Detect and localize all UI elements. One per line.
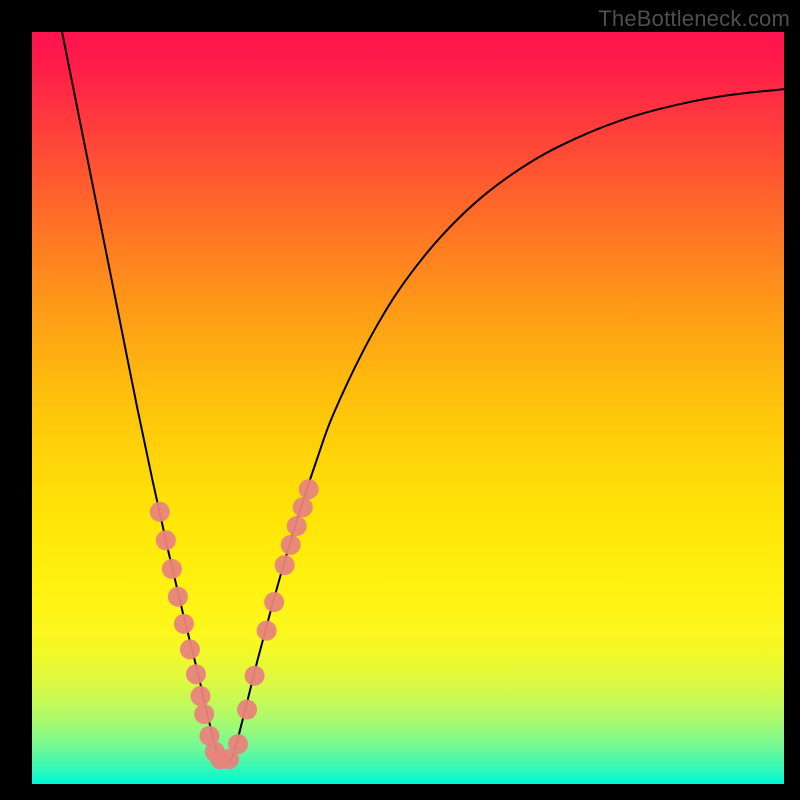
highlight-dot xyxy=(174,614,194,634)
highlight-dot xyxy=(186,664,206,684)
highlight-dot xyxy=(275,555,295,575)
highlight-dot xyxy=(281,535,301,555)
highlight-dot xyxy=(150,502,170,522)
highlight-dot xyxy=(245,666,265,686)
highlight-dot xyxy=(194,704,214,724)
bottleneck-curve xyxy=(62,32,784,764)
highlight-dot xyxy=(180,639,200,659)
highlight-dot xyxy=(293,497,313,517)
highlight-dot xyxy=(287,516,307,536)
chart-frame: TheBottleneck.com xyxy=(0,0,800,800)
highlight-dots-group xyxy=(150,479,319,769)
highlight-dot xyxy=(156,530,176,550)
highlight-dot xyxy=(162,559,182,579)
highlight-dot xyxy=(228,734,248,754)
highlight-dot xyxy=(168,587,188,607)
highlight-dot xyxy=(257,621,277,641)
highlight-dot xyxy=(237,700,257,720)
chart-svg xyxy=(32,32,784,784)
highlight-dot xyxy=(190,686,210,706)
highlight-dot xyxy=(264,592,284,612)
highlight-dot xyxy=(299,479,319,499)
plot-area xyxy=(32,32,784,784)
watermark-text: TheBottleneck.com xyxy=(598,6,790,32)
